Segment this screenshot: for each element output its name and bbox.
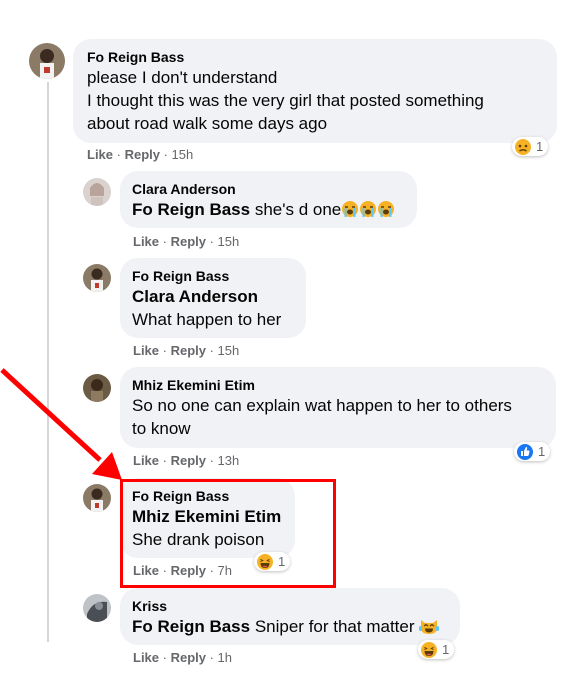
avatar[interactable] (83, 484, 111, 512)
timestamp[interactable]: 15h (218, 343, 240, 358)
comment-author[interactable]: Fo Reign Bass (132, 267, 294, 285)
avatar[interactable] (29, 43, 65, 79)
reaction-count[interactable]: 1 (418, 640, 455, 659)
like-reaction-icon (517, 443, 533, 460)
reply-button[interactable]: Reply (171, 234, 206, 249)
mentioned-user[interactable]: Fo Reign Bass (132, 617, 250, 636)
comment-author[interactable]: Clara Anderson (132, 180, 405, 198)
reply-button[interactable]: Reply (125, 147, 160, 162)
comment-actions: Like · Reply · 15h (133, 234, 240, 249)
sad-reaction-icon (515, 138, 531, 155)
comment-author[interactable]: Kriss (132, 597, 448, 615)
comment-text-line: Fo Reign Bass Sniper for that matter (132, 615, 448, 638)
timestamp[interactable]: 15h (172, 147, 194, 162)
timestamp[interactable]: 13h (218, 453, 240, 468)
loudly-crying-face-icon (378, 201, 395, 217)
avatar[interactable] (83, 178, 111, 206)
reaction-count[interactable]: 1 (514, 442, 551, 461)
reaction-count-text: 1 (538, 444, 546, 459)
reaction-count[interactable]: 1 (512, 137, 549, 156)
comment-text: What happen to her (132, 310, 282, 329)
comment-text: to know (132, 419, 191, 438)
highlight-box (120, 479, 336, 588)
reply-button[interactable]: Reply (171, 343, 206, 358)
comment-bubble: Fo Reign Bass please I don't understand … (73, 39, 557, 143)
avatar[interactable] (83, 594, 111, 622)
comment-text: she's d one (254, 200, 342, 219)
comment-actions: Like · Reply · 15h (87, 147, 194, 162)
comment-bubble: Clara Anderson Fo Reign Bass she's d one (120, 171, 417, 228)
haha-reaction-icon (421, 641, 437, 658)
comment-text: about road walk some days ago (87, 114, 328, 133)
loudly-crying-face-icon (342, 201, 359, 217)
timestamp[interactable]: 15h (218, 234, 240, 249)
reply-button[interactable]: Reply (171, 650, 206, 665)
loudly-crying-face-icon (360, 201, 377, 217)
reply-button[interactable]: Reply (171, 453, 206, 468)
comment-text: Sniper for that matter (254, 617, 415, 636)
like-button[interactable]: Like (133, 234, 159, 249)
annotation-arrow (0, 368, 122, 480)
comment-author[interactable]: Mhiz Ekemini Etim (132, 376, 544, 394)
comment-text-line: Fo Reign Bass she's d one (132, 198, 405, 221)
comment-bubble: Fo Reign Bass Clara Anderson What happen… (120, 258, 306, 338)
like-button[interactable]: Like (87, 147, 113, 162)
comment-actions: Like · Reply · 1h (133, 650, 233, 665)
comment-author[interactable]: Fo Reign Bass (87, 48, 543, 66)
timestamp[interactable]: 1h (218, 650, 232, 665)
mentioned-user[interactable]: Fo Reign Bass (132, 200, 250, 219)
cat-tears-of-joy-icon (419, 620, 440, 634)
comment-bubble: Kriss Fo Reign Bass Sniper for that matt… (120, 588, 460, 645)
comment-text: So no one can explain wat happen to her … (132, 396, 512, 415)
comment-bubble: Mhiz Ekemini Etim So no one can explain … (120, 367, 556, 448)
comment-text: I thought this was the very girl that po… (87, 91, 484, 110)
comment-text: please I don't understand (87, 68, 278, 87)
mentioned-user[interactable]: Clara Anderson (132, 285, 294, 308)
comment-actions: Like · Reply · 13h (133, 453, 240, 468)
like-button[interactable]: Like (133, 343, 159, 358)
comment-actions: Like · Reply · 15h (133, 343, 240, 358)
like-button[interactable]: Like (133, 650, 159, 665)
like-button[interactable]: Like (133, 453, 159, 468)
reaction-count-text: 1 (442, 642, 450, 657)
reaction-count-text: 1 (536, 139, 544, 154)
avatar[interactable] (83, 264, 111, 292)
